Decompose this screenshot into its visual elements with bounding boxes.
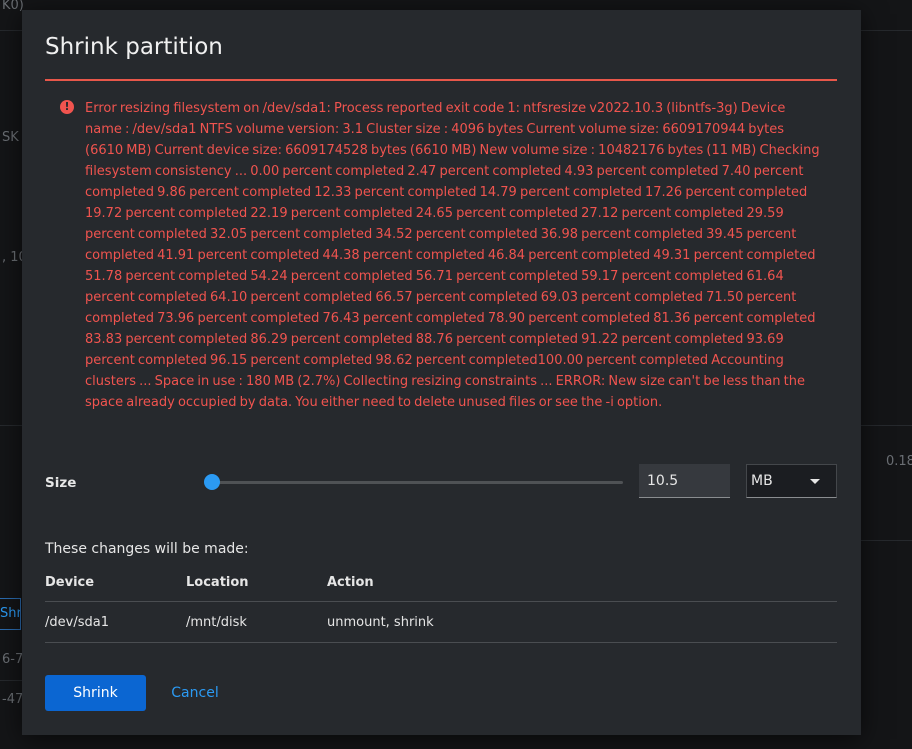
cell-device: /dev/sda1	[45, 615, 109, 630]
shrink-button[interactable]: Shrink	[45, 675, 146, 711]
dialog-title: Shrink partition	[45, 34, 223, 60]
backdrop-divider	[0, 30, 22, 31]
table-row-divider	[45, 642, 837, 643]
backdrop-divider	[0, 680, 22, 681]
size-slider-thumb[interactable]	[204, 474, 220, 490]
column-header-location: Location	[186, 575, 249, 590]
changes-heading: These changes will be made:	[45, 541, 249, 557]
backdrop-tab-label: Shri	[0, 606, 20, 621]
backdrop-divider	[0, 425, 22, 426]
cancel-button[interactable]: Cancel	[160, 675, 230, 711]
backdrop-tab: Shri	[0, 598, 21, 630]
size-slider-track[interactable]	[212, 481, 623, 484]
column-header-device: Device	[45, 575, 95, 590]
backdrop-divider	[861, 425, 912, 426]
error-message: Error resizing filesystem on /dev/sda1: …	[85, 101, 820, 410]
backdrop-fragment: 0.18	[886, 454, 912, 469]
backdrop-fragment: K0)	[2, 0, 24, 13]
caret-down-icon	[810, 479, 820, 484]
column-header-action: Action	[327, 575, 374, 590]
exclamation-circle-icon: !	[60, 100, 74, 114]
size-label: Size	[45, 475, 77, 491]
backdrop-divider	[861, 540, 912, 541]
title-divider	[45, 79, 837, 81]
unit-select-value: MB	[751, 473, 773, 489]
cell-action: unmount, shrink	[327, 615, 434, 630]
backdrop-fragment: -47	[2, 692, 24, 707]
table-header-divider	[45, 601, 837, 602]
unit-select[interactable]: MB	[746, 464, 837, 498]
backdrop-fragment: SK	[2, 130, 19, 145]
backdrop-divider	[861, 30, 912, 31]
size-input[interactable]	[639, 464, 730, 498]
shrink-partition-dialog: Shrink partition ! Error resizing filesy…	[22, 10, 861, 735]
cell-location: /mnt/disk	[186, 615, 247, 630]
